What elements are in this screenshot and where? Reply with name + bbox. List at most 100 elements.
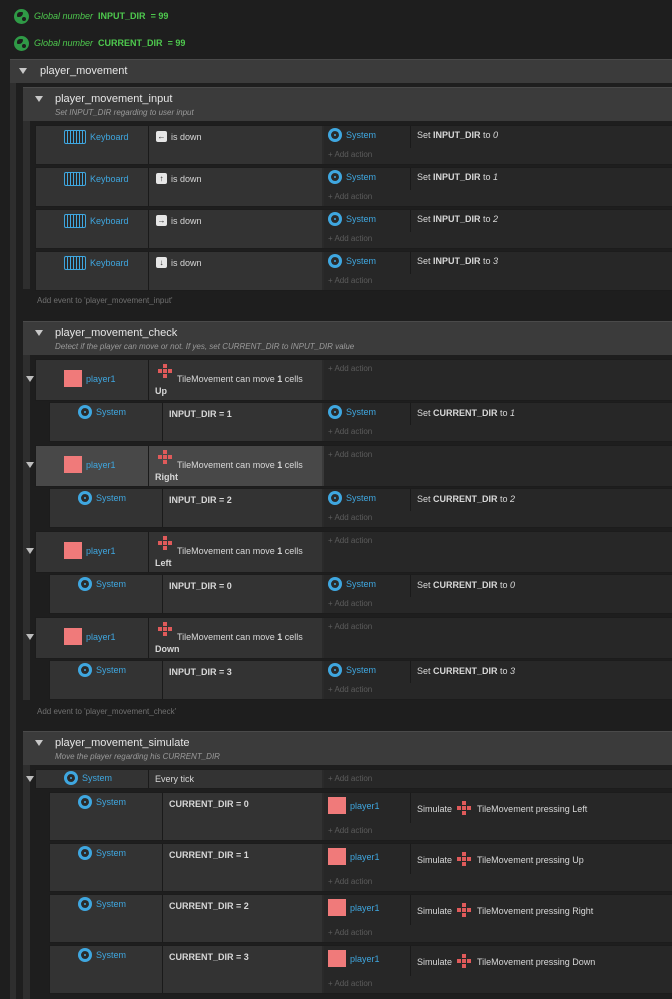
event-row[interactable]: Keyboard ↑ is down System Set INPUT_DIR to 1… bbox=[35, 167, 672, 207]
object-system[interactable]: System bbox=[328, 254, 376, 268]
condition-text[interactable]: CURRENT_DIR = 1 bbox=[169, 850, 249, 860]
object-player1[interactable]: player1 bbox=[64, 456, 116, 473]
action-block[interactable]: player1 Simulate TileMovement pressing Lef… bbox=[324, 793, 672, 840]
event-row[interactable]: player1 TileMovement can move 1 cells Down… bbox=[26, 617, 672, 659]
object-keyboard[interactable]: Keyboard bbox=[64, 214, 129, 228]
add-action-link[interactable]: + Add action bbox=[328, 979, 372, 988]
object-system[interactable]: System bbox=[328, 491, 376, 505]
collapse-triangle-icon[interactable] bbox=[26, 548, 34, 554]
event-row[interactable]: Keyboard ↓ is down System Set INPUT_DIR to 3… bbox=[35, 251, 672, 291]
object-player1[interactable]: player1 bbox=[64, 370, 116, 387]
object-system[interactable]: System bbox=[64, 771, 112, 785]
condition-block[interactable]: System Every tick bbox=[36, 770, 322, 788]
key-down-condition[interactable]: → is down bbox=[156, 215, 202, 226]
add-action-link[interactable]: + Add action bbox=[328, 427, 372, 436]
action-block[interactable]: + Add action bbox=[324, 446, 672, 486]
sub-event-row[interactable]: System INPUT_DIR = 0 System Set CURRENT_DIR… bbox=[49, 574, 672, 614]
condition-block[interactable]: player1 TileMovement can move 1 cells Righ… bbox=[36, 446, 322, 486]
object-player1[interactable]: player1 bbox=[328, 848, 380, 865]
condition-text[interactable]: CURRENT_DIR = 0 bbox=[169, 799, 249, 809]
condition-block[interactable]: player1 TileMovement can move 1 cells Up bbox=[36, 360, 322, 400]
object-system[interactable]: System bbox=[328, 663, 376, 677]
object-system[interactable]: System bbox=[78, 577, 126, 591]
sub-event-row[interactable]: System CURRENT_DIR = 3 player1 Simulate Tile… bbox=[49, 945, 672, 994]
add-action-link[interactable]: + Add action bbox=[328, 826, 372, 835]
add-action-link[interactable]: + Add action bbox=[328, 774, 372, 783]
object-player1[interactable]: player1 bbox=[328, 797, 380, 814]
action-block[interactable]: System Set INPUT_DIR to 1 + Add action bbox=[324, 168, 672, 206]
condition-text[interactable]: INPUT_DIR = 2 bbox=[169, 495, 232, 505]
collapse-triangle-icon[interactable] bbox=[26, 376, 34, 382]
condition-text[interactable]: TileMovement can move 1 cells bbox=[177, 546, 303, 556]
condition-block[interactable]: System CURRENT_DIR = 1 bbox=[50, 844, 322, 891]
sub-event-row[interactable]: System CURRENT_DIR = 0 player1 Simulate Tile… bbox=[49, 792, 672, 841]
group-player-movement-input[interactable]: player_movement_input Set INPUT_DIR rega… bbox=[23, 87, 672, 121]
collapse-triangle-icon[interactable] bbox=[26, 462, 34, 468]
condition-text[interactable]: CURRENT_DIR = 2 bbox=[169, 901, 249, 911]
object-system[interactable]: System bbox=[78, 405, 126, 419]
simulate-action[interactable]: Simulate TileMovement pressing Up bbox=[417, 852, 584, 867]
collapse-triangle-icon[interactable] bbox=[35, 96, 43, 102]
key-down-condition[interactable]: ↑ is down bbox=[156, 173, 202, 184]
action-block[interactable]: + Add action bbox=[324, 532, 672, 572]
action-block[interactable]: System Set CURRENT_DIR to 3 + Add action bbox=[324, 661, 672, 699]
condition-text[interactable]: TileMovement can move 1 cells bbox=[177, 460, 303, 470]
action-block[interactable]: System Set CURRENT_DIR to 1 + Add action bbox=[324, 403, 672, 441]
action-block[interactable]: player1 Simulate TileMovement pressing Dow… bbox=[324, 946, 672, 993]
event-row[interactable]: player1 TileMovement can move 1 cells Righ… bbox=[26, 445, 672, 487]
action-block[interactable]: System Set CURRENT_DIR to 2 + Add action bbox=[324, 489, 672, 527]
add-event-link[interactable]: Add event to 'player_movement_check' bbox=[37, 707, 176, 716]
condition-text[interactable]: TileMovement can move 1 cells bbox=[177, 374, 303, 384]
condition-block[interactable]: System INPUT_DIR = 0 bbox=[50, 575, 322, 613]
condition-block[interactable]: System INPUT_DIR = 3 bbox=[50, 661, 322, 699]
condition-text[interactable]: INPUT_DIR = 0 bbox=[169, 581, 232, 591]
sub-event-row[interactable]: System CURRENT_DIR = 2 player1 Simulate Tile… bbox=[49, 894, 672, 943]
every-tick-condition[interactable]: Every tick bbox=[155, 774, 194, 784]
add-action-link[interactable]: + Add action bbox=[328, 192, 372, 201]
action-block[interactable]: + Add action bbox=[324, 770, 672, 788]
simulate-action[interactable]: Simulate TileMovement pressing Right bbox=[417, 903, 593, 918]
action-block[interactable]: player1 Simulate TileMovement pressing Rig… bbox=[324, 895, 672, 942]
object-keyboard[interactable]: Keyboard bbox=[64, 130, 129, 144]
add-action-link[interactable]: + Add action bbox=[328, 150, 372, 159]
condition-block[interactable]: System CURRENT_DIR = 2 bbox=[50, 895, 322, 942]
add-action-link[interactable]: + Add action bbox=[328, 276, 372, 285]
event-row[interactable]: Keyboard ← is down System Set INPUT_DIR to 0… bbox=[35, 125, 672, 165]
sub-event-row[interactable]: System CURRENT_DIR = 1 player1 Simulate Tile… bbox=[49, 843, 672, 892]
condition-block[interactable]: Keyboard ← is down bbox=[36, 126, 322, 164]
condition-text[interactable]: INPUT_DIR = 1 bbox=[169, 409, 232, 419]
condition-block[interactable]: Keyboard → is down bbox=[36, 210, 322, 248]
collapse-triangle-icon[interactable] bbox=[26, 776, 34, 782]
condition-text[interactable]: CURRENT_DIR = 3 bbox=[169, 952, 249, 962]
event-row[interactable]: player1 TileMovement can move 1 cells Up + … bbox=[26, 359, 672, 401]
object-system[interactable]: System bbox=[328, 577, 376, 591]
add-action-link[interactable]: + Add action bbox=[328, 364, 372, 373]
global-var-current-dir[interactable]: Global number CURRENT_DIR = 99 bbox=[14, 35, 185, 51]
object-system[interactable]: System bbox=[328, 212, 376, 226]
collapse-triangle-icon[interactable] bbox=[35, 740, 43, 746]
object-system[interactable]: System bbox=[78, 948, 126, 962]
simulate-action[interactable]: Simulate TileMovement pressing Down bbox=[417, 954, 595, 969]
object-system[interactable]: System bbox=[78, 897, 126, 911]
condition-block[interactable]: System INPUT_DIR = 2 bbox=[50, 489, 322, 527]
add-action-link[interactable]: + Add action bbox=[328, 599, 372, 608]
condition-block[interactable]: System CURRENT_DIR = 0 bbox=[50, 793, 322, 840]
condition-block[interactable]: System INPUT_DIR = 1 bbox=[50, 403, 322, 441]
action-block[interactable]: System Set INPUT_DIR to 2 + Add action bbox=[324, 210, 672, 248]
action-block[interactable]: System Set INPUT_DIR to 3 + Add action bbox=[324, 252, 672, 290]
object-system[interactable]: System bbox=[328, 128, 376, 142]
collapse-triangle-icon[interactable] bbox=[35, 330, 43, 336]
add-action-link[interactable]: + Add action bbox=[328, 928, 372, 937]
object-player1[interactable]: player1 bbox=[328, 899, 380, 916]
condition-block[interactable]: Keyboard ↓ is down bbox=[36, 252, 322, 290]
object-system[interactable]: System bbox=[328, 405, 376, 419]
add-action-link[interactable]: + Add action bbox=[328, 536, 372, 545]
add-action-link[interactable]: + Add action bbox=[328, 450, 372, 459]
object-system[interactable]: System bbox=[78, 663, 126, 677]
condition-block[interactable]: player1 TileMovement can move 1 cells Left bbox=[36, 532, 322, 572]
global-var-input-dir[interactable]: Global number INPUT_DIR = 99 bbox=[14, 8, 168, 24]
add-action-link[interactable]: + Add action bbox=[328, 513, 372, 522]
object-player1[interactable]: player1 bbox=[64, 628, 116, 645]
object-system[interactable]: System bbox=[78, 795, 126, 809]
object-player1[interactable]: player1 bbox=[64, 542, 116, 559]
